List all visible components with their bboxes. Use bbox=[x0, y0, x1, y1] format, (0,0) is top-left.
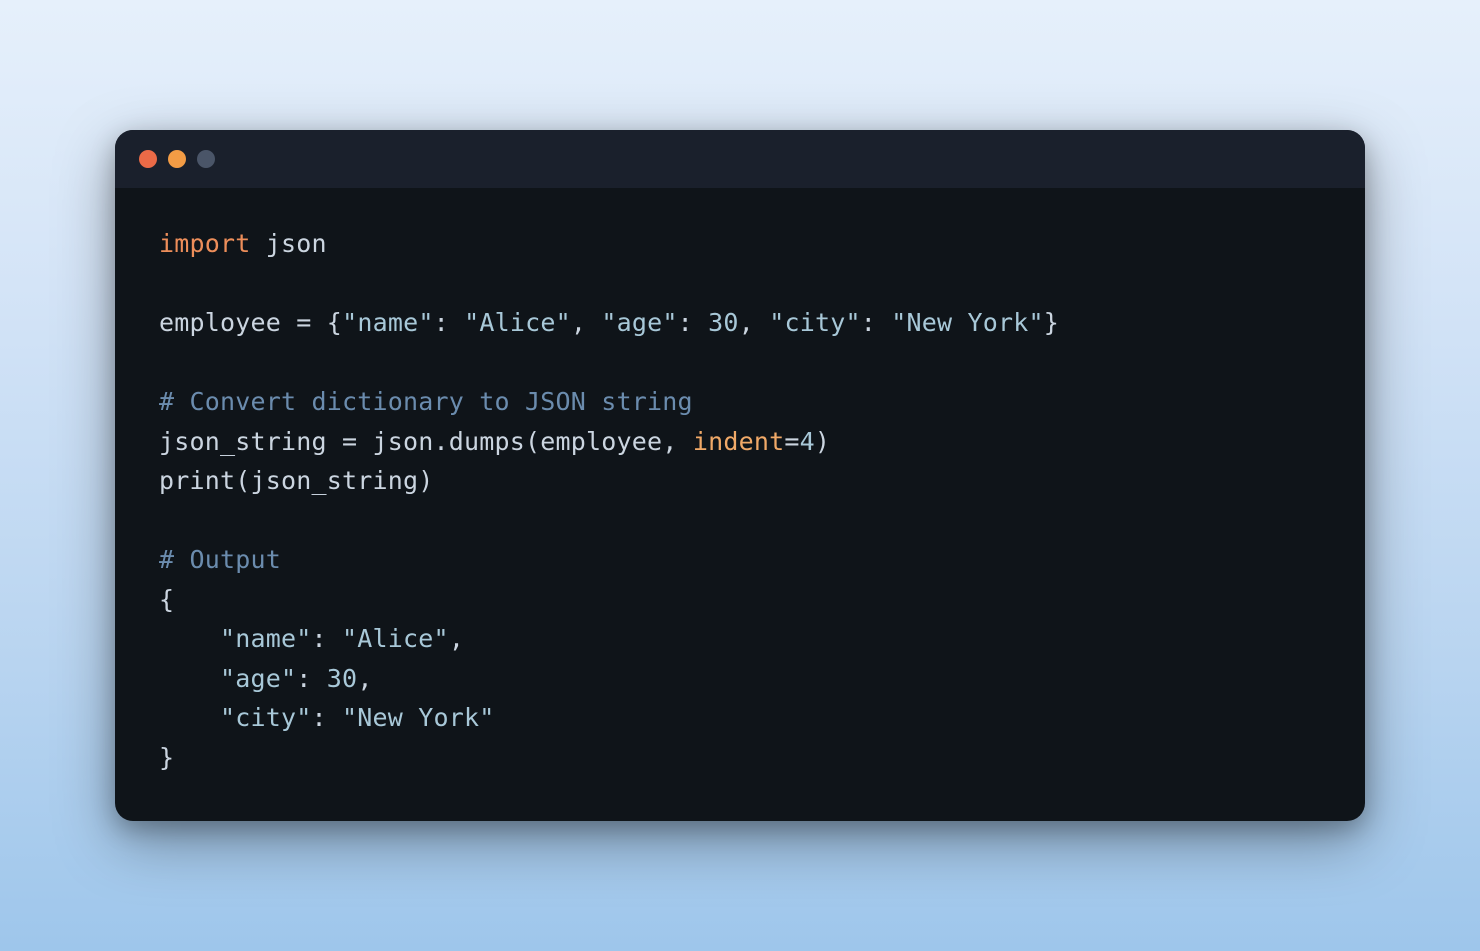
keyword-import: import bbox=[159, 229, 251, 258]
code-editor[interactable]: import json employee = {"name": "Alice",… bbox=[115, 188, 1365, 821]
operator-equals: = bbox=[296, 308, 311, 337]
output-key-city: "city" bbox=[220, 703, 312, 732]
brace-close: } bbox=[1044, 308, 1059, 337]
comment-convert: # Convert dictionary to JSON string bbox=[159, 387, 693, 416]
call-print: print(json_string) bbox=[159, 466, 434, 495]
module-name: json bbox=[251, 229, 327, 258]
dict-key-name: "name" bbox=[342, 308, 434, 337]
close-icon[interactable] bbox=[139, 150, 157, 168]
output-brace-open: { bbox=[159, 585, 174, 614]
dict-key-city: "city" bbox=[769, 308, 861, 337]
output-val-newyork: "New York" bbox=[342, 703, 495, 732]
number-4: 4 bbox=[800, 427, 815, 456]
minimize-icon[interactable] bbox=[168, 150, 186, 168]
operator-equals: = bbox=[342, 427, 357, 456]
paren-close: ) bbox=[815, 427, 830, 456]
variable-json-string: json_string bbox=[159, 427, 342, 456]
window-titlebar bbox=[115, 130, 1365, 188]
dict-val-30: 30 bbox=[708, 308, 739, 337]
code-window: import json employee = {"name": "Alice",… bbox=[115, 130, 1365, 821]
output-val-alice: "Alice" bbox=[342, 624, 449, 653]
output-brace-close: } bbox=[159, 743, 174, 772]
output-val-30: 30 bbox=[327, 664, 358, 693]
dict-val-newyork: "New York" bbox=[891, 308, 1044, 337]
param-indent: indent bbox=[693, 427, 785, 456]
dict-key-age: "age" bbox=[601, 308, 677, 337]
dict-val-alice: "Alice" bbox=[464, 308, 571, 337]
variable-employee: employee bbox=[159, 308, 296, 337]
maximize-icon[interactable] bbox=[197, 150, 215, 168]
output-key-name: "name" bbox=[220, 624, 312, 653]
comment-output: # Output bbox=[159, 545, 281, 574]
call-json-dumps: json.dumps(employee, bbox=[357, 427, 693, 456]
brace-open: { bbox=[327, 308, 342, 337]
output-key-age: "age" bbox=[220, 664, 296, 693]
